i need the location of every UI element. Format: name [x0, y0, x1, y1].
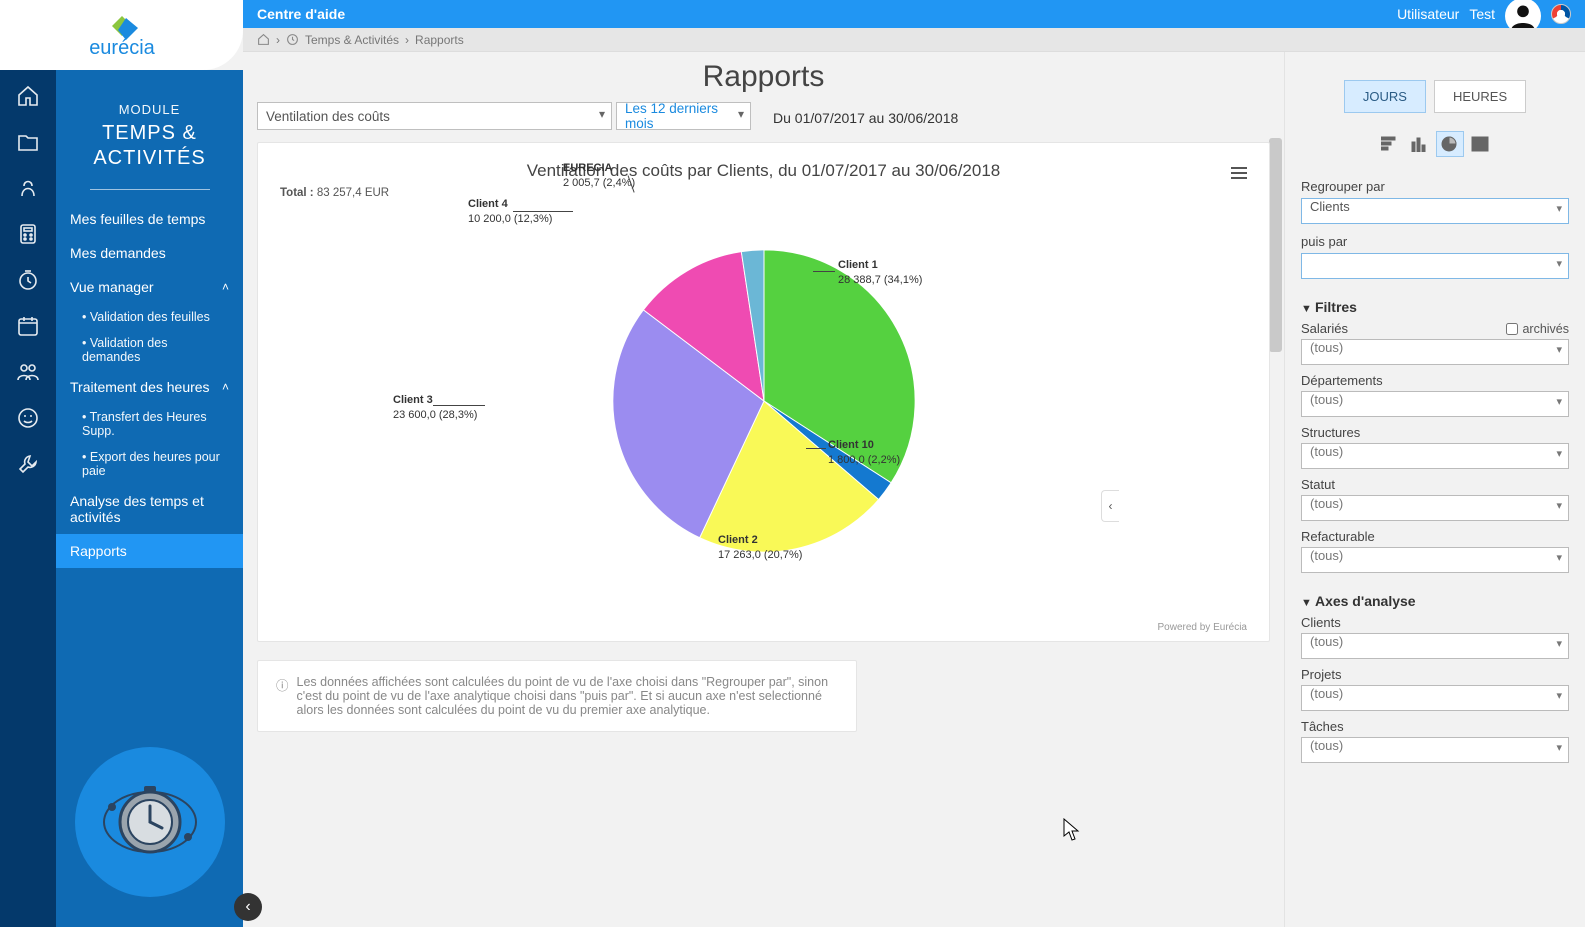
- sidebar-item-validate-sheets[interactable]: Validation des feuilles: [56, 304, 243, 330]
- nav-schedule-icon[interactable]: [14, 312, 42, 340]
- nav-hr-icon[interactable]: [14, 358, 42, 386]
- right-panel: JOURS HEURES Regrouper par Clients puis …: [1285, 52, 1585, 927]
- divider: [90, 189, 210, 190]
- nav-time-icon[interactable]: [14, 266, 42, 294]
- sidebar-illustration: [75, 747, 225, 897]
- filter-employees: Salariés archivés (tous): [1301, 321, 1569, 365]
- logo-area: eurécia: [0, 0, 243, 70]
- group-by-label: Regrouper par: [1301, 179, 1569, 194]
- user-label: Utilisateur: [1397, 6, 1459, 22]
- page-title: Rapports: [257, 52, 1270, 102]
- unit-toggle: JOURS HEURES: [1301, 80, 1569, 113]
- axis-clients-select[interactable]: (tous): [1301, 633, 1569, 659]
- filter-departments-select[interactable]: (tous): [1301, 391, 1569, 417]
- mouse-cursor-icon: [1063, 818, 1081, 847]
- pie-label-client2: Client 217 263,0 (20,7%): [718, 533, 802, 563]
- date-range-label: Du 01/07/2017 au 30/06/2018: [773, 107, 958, 126]
- chevron-up-icon: ˄: [222, 280, 229, 294]
- pie-label-client1: Client 128 388,7 (34,1%): [838, 258, 922, 288]
- scrollbar-thumb[interactable]: [1269, 138, 1282, 352]
- chart-type-pie-icon[interactable]: [1436, 131, 1464, 157]
- axis-tasks-select[interactable]: (tous): [1301, 737, 1569, 763]
- collapse-sidebar-button[interactable]: ‹: [234, 893, 262, 921]
- group-by-select[interactable]: Clients: [1301, 198, 1569, 224]
- sidebar-item-reports[interactable]: Rapports: [56, 534, 243, 568]
- chart-title: Ventilation des coûts par Clients, du 01…: [280, 161, 1247, 181]
- sidebar-item-timesheets[interactable]: Mes feuilles de temps: [56, 202, 243, 236]
- help-center-link[interactable]: Centre d'aide: [257, 6, 345, 22]
- sidebar-item-validate-requests[interactable]: Validation des demandes: [56, 330, 243, 370]
- chart-card: Ventilation des coûts par Clients, du 01…: [257, 142, 1270, 642]
- nav-icon-rail: [0, 70, 56, 927]
- axes-heading[interactable]: Axes d'analyse: [1301, 593, 1569, 609]
- stopwatch-icon: [100, 772, 200, 872]
- filter-structures-select[interactable]: (tous): [1301, 443, 1569, 469]
- chart-type-toggle: [1301, 131, 1569, 157]
- clock-icon: [286, 33, 299, 46]
- sidebar-item-manager-view[interactable]: Vue manager˄: [56, 270, 243, 304]
- nav-expenses-icon[interactable]: [14, 220, 42, 248]
- chart-type-hbar-icon[interactable]: [1376, 131, 1404, 157]
- sidebar-item-hours-processing[interactable]: Traitement des heures˄: [56, 370, 243, 404]
- toggle-hours-button[interactable]: HEURES: [1434, 80, 1526, 113]
- module-name: TEMPS &ACTIVITÉS: [56, 121, 243, 171]
- breadcrumb-module[interactable]: Temps & Activités: [305, 33, 399, 47]
- info-icon: ⓘ: [276, 675, 289, 717]
- filter-employees-select[interactable]: (tous): [1301, 339, 1569, 365]
- chevron-up-icon: ˄: [222, 380, 229, 394]
- nav-home-icon[interactable]: [14, 82, 42, 110]
- pie-label-eurecia: EURECIA2 005,7 (2,4%): [563, 161, 635, 191]
- filter-billable-select[interactable]: (tous): [1301, 547, 1569, 573]
- period-select[interactable]: Les 12 derniers mois: [616, 102, 751, 130]
- sidebar-item-transfer-overtime[interactable]: Transfert des Heures Supp.: [56, 404, 243, 444]
- controls-row: Ventilation des coûts Les 12 derniers mo…: [257, 102, 1270, 130]
- main-area: Rapports Ventilation des coûts Les 12 de…: [243, 52, 1585, 927]
- nav-feedback-icon[interactable]: [14, 404, 42, 432]
- nav-settings-icon[interactable]: [14, 450, 42, 478]
- home-icon[interactable]: [257, 33, 270, 46]
- content-area: Rapports Ventilation des coûts Les 12 de…: [243, 52, 1285, 927]
- pie-label-client3: Client 323 600,0 (28,3%): [393, 393, 477, 423]
- breadcrumb: › Temps & Activités › Rapports: [243, 28, 1585, 52]
- nav-leave-icon[interactable]: [14, 174, 42, 202]
- filter-status-select[interactable]: (tous): [1301, 495, 1569, 521]
- chart-type-table-icon[interactable]: [1466, 131, 1494, 157]
- brand-logo: eurécia: [62, 12, 182, 58]
- axis-projects-select[interactable]: (tous): [1301, 685, 1569, 711]
- pie-label-client10: Client 101 800,0 (2,2%): [828, 438, 900, 468]
- chart-menu-icon[interactable]: [1231, 167, 1247, 179]
- then-by-select[interactable]: [1301, 253, 1569, 279]
- chart-total: Total : 83 257,4 EUR: [280, 187, 1247, 199]
- collapse-right-panel-button[interactable]: ‹: [1101, 490, 1119, 522]
- top-bar: Centre d'aide Utilisateur Test: [243, 0, 1585, 28]
- sidebar-item-requests[interactable]: Mes demandes: [56, 236, 243, 270]
- svg-text:eurécia: eurécia: [89, 37, 155, 58]
- sidebar: MODULE TEMPS &ACTIVITÉS Mes feuilles de …: [56, 70, 243, 927]
- sidebar-item-export-payroll[interactable]: Export des heures pour paie: [56, 444, 243, 484]
- sidebar-item-analysis[interactable]: Analyse des temps et activités: [56, 484, 243, 534]
- chart-type-vbar-icon[interactable]: [1406, 131, 1434, 157]
- then-by-label: puis par: [1301, 234, 1569, 249]
- person-icon: [1509, 2, 1537, 30]
- breadcrumb-page: Rapports: [415, 33, 464, 47]
- locale-flag-fr[interactable]: [1551, 4, 1571, 24]
- archived-checkbox[interactable]: archivés: [1506, 322, 1569, 336]
- powered-by: Powered by Eurécia: [1158, 622, 1248, 633]
- toggle-days-button[interactable]: JOURS: [1344, 80, 1426, 113]
- info-note: ⓘ Les données affichées sont calculées d…: [257, 660, 857, 732]
- module-label: MODULE: [56, 102, 243, 117]
- report-type-select[interactable]: Ventilation des coûts: [257, 102, 612, 130]
- nav-files-icon[interactable]: [14, 128, 42, 156]
- filters-heading[interactable]: Filtres: [1301, 299, 1569, 315]
- user-name: Test: [1469, 6, 1495, 22]
